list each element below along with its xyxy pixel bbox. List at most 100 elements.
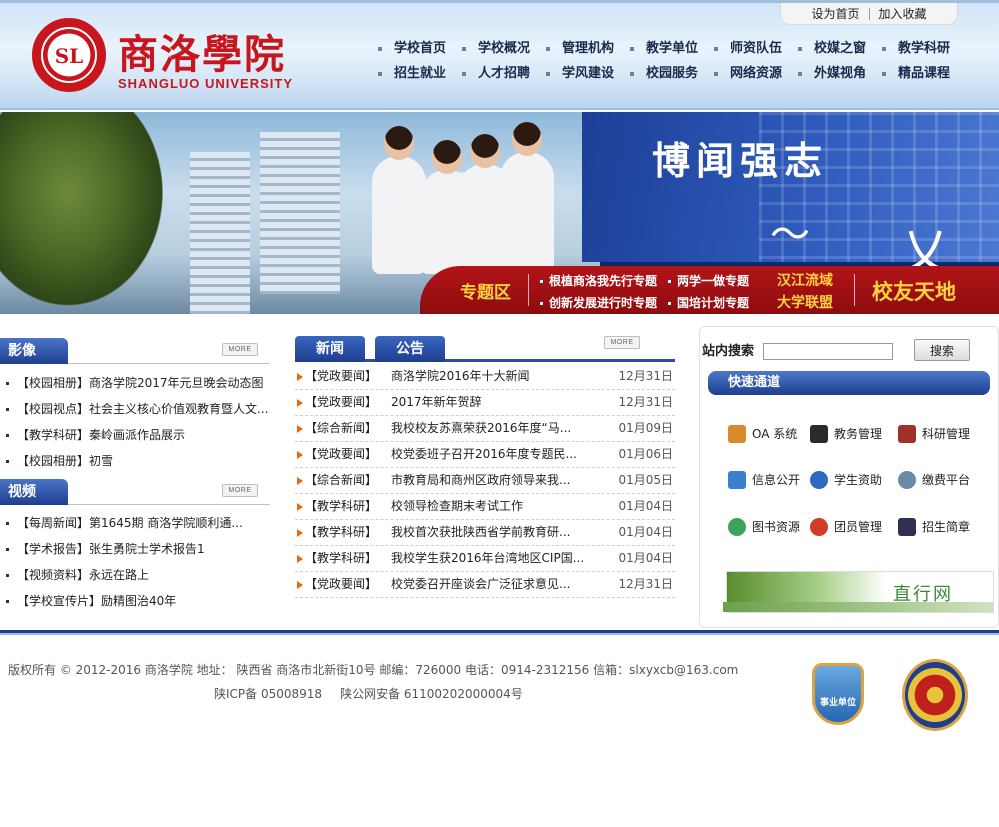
- nav-bullet-icon: [714, 46, 718, 51]
- quick-link-payment-platform[interactable]: 缴费平台: [898, 469, 970, 491]
- quick-link-student-aid[interactable]: 学生资助: [810, 469, 882, 491]
- list-item[interactable]: 【教学科研】秦岭画派作品展示: [6, 422, 270, 448]
- list-item[interactable]: 【校园相册】初雪: [6, 448, 270, 474]
- orange-arrow-icon: [297, 529, 303, 537]
- videos-section-title[interactable]: 视频: [0, 479, 68, 505]
- zhixing-network-banner[interactable]: 直行网: [723, 571, 994, 613]
- videos-more-button[interactable]: MORE: [222, 484, 258, 497]
- news-row[interactable]: 【党政要闻】 2017年新年贺辞 12月31日: [295, 390, 675, 416]
- nav-item-quality-courses[interactable]: 精品课程: [882, 62, 966, 81]
- public-institution-badge-icon[interactable]: 事业单位: [812, 663, 864, 725]
- news-more-button[interactable]: MORE: [604, 336, 640, 349]
- nav-bullet-icon: [882, 71, 886, 76]
- list-item[interactable]: 【学术报告】张生勇院士学术报告1: [6, 536, 270, 562]
- list-item[interactable]: 【每周新闻】第1645期 商洛学院顺利通...: [6, 510, 270, 536]
- list-item[interactable]: 【视频资料】永远在路上: [6, 562, 270, 588]
- orange-arrow-icon: [297, 425, 303, 433]
- quick-link-academic-affairs[interactable]: 教务管理: [810, 423, 882, 445]
- nav-item-school-home[interactable]: 学校首页: [378, 37, 462, 56]
- news-row[interactable]: 【党政要闻】 商洛学院2016年十大新闻 12月31日: [295, 364, 675, 390]
- research-books-icon: [898, 425, 916, 443]
- special-divider: [854, 274, 855, 306]
- bullet-icon: [6, 574, 9, 577]
- news-row[interactable]: 【综合新闻】 我校校友苏熹荣获2016年度“马... 01月09日: [295, 416, 675, 442]
- news-row[interactable]: 【教学科研】 校领导检查期末考试工作 01月04日: [295, 494, 675, 520]
- bullet-icon: [6, 434, 9, 437]
- special-link-university-alliance[interactable]: 大学联盟: [777, 292, 833, 312]
- footer-divider: [0, 630, 999, 635]
- special-link-innovation[interactable]: 创新发展进行时专题: [540, 294, 657, 311]
- orange-arrow-icon: [297, 503, 303, 511]
- nav-row-1: 学校首页 学校概况 管理机构 教学单位 师资队伍 校媒之窗 教学科研: [378, 34, 978, 59]
- nav-item-network-resources[interactable]: 网络资源: [714, 62, 798, 81]
- nav-item-external-media[interactable]: 外媒视角: [798, 62, 882, 81]
- special-divider: [528, 274, 529, 306]
- tab-notice[interactable]: 公告: [375, 336, 445, 362]
- oa-system-icon: [728, 425, 746, 443]
- orange-arrow-icon: [297, 373, 303, 381]
- bullet-icon: [6, 600, 9, 603]
- school-name-english: SHANGLUO UNIVERSITY: [118, 76, 294, 91]
- add-favorite-link[interactable]: 加入收藏: [870, 5, 936, 22]
- nav-item-faculty[interactable]: 师资队伍: [714, 37, 798, 56]
- site-search-input[interactable]: [763, 343, 893, 360]
- nav-item-administration[interactable]: 管理机构: [546, 37, 630, 56]
- alumni-link[interactable]: 校友天地: [872, 276, 956, 306]
- banner-student: [372, 126, 426, 274]
- orange-arrow-icon: [297, 555, 303, 563]
- quick-link-info-disclosure[interactable]: 信息公开: [728, 469, 800, 491]
- news-row[interactable]: 【党政要闻】 校党委班子召开2016年度专题民... 01月06日: [295, 442, 675, 468]
- school-name-chinese[interactable]: 商洛學院: [118, 22, 286, 80]
- nav-item-campus-services[interactable]: 校园服务: [630, 62, 714, 81]
- special-link-shangluo-first[interactable]: 根植商洛我先行专题: [540, 272, 657, 289]
- site-search-label: 站内搜索: [702, 344, 755, 359]
- list-item[interactable]: 【校园视点】社会主义核心价值观教育暨人文...: [6, 396, 270, 422]
- nav-bullet-icon: [714, 71, 718, 76]
- nav-item-teaching-research[interactable]: 教学科研: [882, 37, 966, 56]
- police-emblem-badge-icon[interactable]: [902, 659, 968, 731]
- nav-bullet-icon: [378, 71, 382, 76]
- images-more-button[interactable]: MORE: [222, 343, 258, 356]
- tab-news[interactable]: 新闻: [295, 336, 365, 362]
- site-header: 设为首页 加入收藏 SL 商洛學院 SHANGLUO UNIVERSITY 学校…: [0, 0, 999, 110]
- quick-link-oa-system[interactable]: OA 系统: [728, 423, 797, 445]
- quick-link-league-members[interactable]: 团员管理: [810, 516, 882, 538]
- nav-item-campus-media[interactable]: 校媒之窗: [798, 37, 882, 56]
- news-row[interactable]: 【党政要闻】 校党委召开座谈会广泛征求意见... 12月31日: [295, 572, 675, 598]
- nav-item-recruitment[interactable]: 人才招聘: [462, 62, 546, 81]
- quick-link-research-management[interactable]: 科研管理: [898, 423, 970, 445]
- icp-record[interactable]: 陕ICP备 05008918: [214, 687, 322, 701]
- nav-item-teaching-units[interactable]: 教学单位: [630, 37, 714, 56]
- nav-row-2: 招生就业 人才招聘 学风建设 校园服务 网络资源 外媒视角 精品课程: [378, 59, 978, 84]
- images-section-title[interactable]: 影像: [0, 338, 68, 364]
- nav-bullet-icon: [546, 71, 550, 76]
- icp-records: 陕ICP备 05008918 陕公网安备 61100202000004号: [214, 685, 523, 702]
- news-row[interactable]: 【教学科研】 我校首次获批陕西省学前教育研... 01月04日: [295, 520, 675, 546]
- banner-student-head: [384, 126, 414, 160]
- nav-item-admissions-employment[interactable]: 招生就业: [378, 62, 462, 81]
- nav-item-school-overview[interactable]: 学校概况: [462, 37, 546, 56]
- nav-bullet-icon: [462, 71, 466, 76]
- special-link-two-studies[interactable]: 两学一做专题: [668, 272, 749, 289]
- special-link-national-training[interactable]: 国培计划专题: [668, 294, 749, 311]
- police-record[interactable]: 陕公网安备 61100202000004号: [340, 687, 523, 701]
- bullet-icon: [6, 408, 9, 411]
- bullet-icon: [540, 302, 543, 305]
- set-homepage-link[interactable]: 设为首页: [802, 5, 868, 22]
- quick-link-admissions-guide[interactable]: 招生简章: [898, 516, 970, 538]
- nav-bullet-icon: [546, 46, 550, 51]
- emblem-monogram: SL: [54, 44, 84, 68]
- academic-affairs-icon: [810, 425, 828, 443]
- news-row[interactable]: 【教学科研】 我校学生获2016年台湾地区CIP国... 01月04日: [295, 546, 675, 572]
- student-aid-icon: [810, 471, 828, 489]
- top-links: 设为首页 加入收藏: [780, 3, 958, 25]
- list-item[interactable]: 【学校宣传片】励精图治40年: [6, 588, 270, 614]
- quick-link-library-resources[interactable]: 图书资源: [728, 516, 800, 538]
- site-search-button[interactable]: 搜索: [914, 339, 970, 361]
- nav-item-study-style[interactable]: 学风建设: [546, 62, 630, 81]
- special-link-hanjiang[interactable]: 汉江流域: [777, 270, 833, 290]
- news-row[interactable]: 【综合新闻】 市教育局和商州区政府领导来我... 01月05日: [295, 468, 675, 494]
- school-emblem-logo[interactable]: SL: [32, 18, 106, 92]
- list-item[interactable]: 【校园相册】商洛学院2017年元旦晚会动态图: [6, 370, 270, 396]
- nav-bullet-icon: [882, 46, 886, 51]
